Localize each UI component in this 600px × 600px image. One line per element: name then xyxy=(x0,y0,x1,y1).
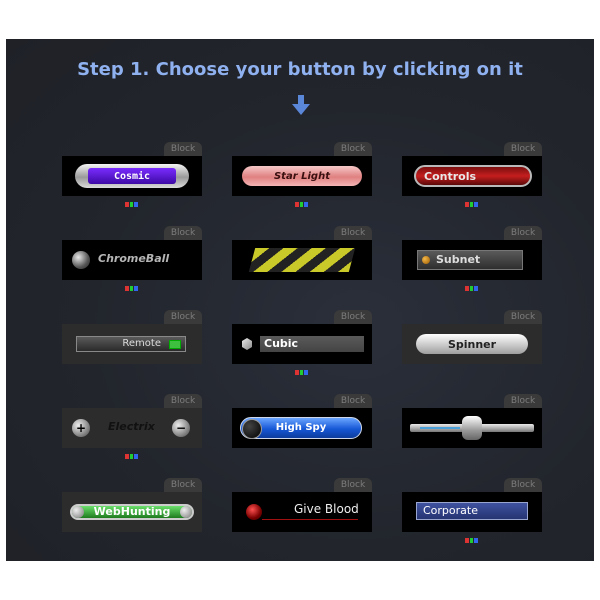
block-tab[interactable]: Block xyxy=(334,226,372,240)
color-swatches[interactable] xyxy=(465,538,479,544)
orange-dot-icon xyxy=(422,256,430,264)
button-label: ChromeBall xyxy=(98,252,170,265)
color-swatches[interactable] xyxy=(125,202,139,208)
screw-icon xyxy=(180,506,192,518)
block-tab[interactable]: Block xyxy=(504,394,542,408)
button-chooser-panel: Step 1. Choose your button by clicking o… xyxy=(6,39,594,561)
button-preview[interactable]: Star Light xyxy=(232,156,372,196)
block-tab[interactable]: Block xyxy=(164,226,202,240)
button-preview[interactable]: Cosmic xyxy=(62,156,202,196)
button-preview[interactable]: Subnet xyxy=(402,240,542,280)
led-icon xyxy=(169,340,181,349)
button-label: Subnet xyxy=(436,253,481,266)
block-tab[interactable]: Block xyxy=(164,142,202,156)
knob-icon xyxy=(242,419,262,439)
screw-icon xyxy=(72,506,84,518)
plus-icon[interactable]: + xyxy=(72,419,90,437)
block-tab[interactable]: Block xyxy=(164,394,202,408)
spinner-button[interactable]: Spinner xyxy=(416,334,528,354)
button-preview[interactable]: + Electrix − xyxy=(62,408,202,448)
cube-icon xyxy=(242,338,252,350)
block-tab[interactable]: Block xyxy=(504,310,542,324)
button-preview[interactable]: High Spy xyxy=(232,408,372,448)
button-preview[interactable]: Give Blood xyxy=(232,492,372,532)
button-preview[interactable]: Spinner xyxy=(402,324,542,364)
block-tab[interactable]: Block xyxy=(164,310,202,324)
color-swatches[interactable] xyxy=(465,286,479,292)
button-label: Give Blood xyxy=(294,502,359,516)
button-preview[interactable]: Remote xyxy=(62,324,202,364)
button-preview[interactable]: WebHunting xyxy=(62,492,202,532)
controls-button[interactable]: Controls xyxy=(414,165,532,187)
color-swatches[interactable] xyxy=(125,286,139,292)
cubic-button[interactable]: Cubic xyxy=(260,336,364,352)
blood-drop-icon xyxy=(246,504,262,520)
star-light-button[interactable]: Star Light xyxy=(242,166,362,186)
color-swatches[interactable] xyxy=(465,202,479,208)
button-label: Remote xyxy=(122,338,161,349)
color-swatches[interactable] xyxy=(295,370,309,376)
corporate-button[interactable]: Corporate xyxy=(416,502,528,520)
minus-icon[interactable]: − xyxy=(172,419,190,437)
cosmic-button[interactable]: Cosmic xyxy=(75,164,189,188)
color-swatches[interactable] xyxy=(295,202,309,208)
block-tab[interactable]: Block xyxy=(334,478,372,492)
button-preview[interactable]: Controls xyxy=(402,156,542,196)
chrome-ball-icon xyxy=(72,251,90,269)
down-arrow-icon xyxy=(292,95,310,115)
slider-indicator xyxy=(420,427,460,429)
button-preview[interactable]: ChromeBall xyxy=(62,240,202,280)
webhunting-button[interactable]: WebHunting xyxy=(70,504,194,520)
button-preview[interactable] xyxy=(232,240,372,280)
color-swatches[interactable] xyxy=(125,454,139,460)
subnet-button[interactable]: Subnet xyxy=(417,250,523,270)
block-tab[interactable]: Block xyxy=(334,394,372,408)
slider-knob[interactable] xyxy=(462,416,482,440)
button-preview[interactable]: Cubic xyxy=(232,324,372,364)
button-label: Electrix xyxy=(108,420,155,433)
button-preview[interactable] xyxy=(402,408,542,448)
page-title: Step 1. Choose your button by clicking o… xyxy=(77,59,523,80)
block-tab[interactable]: Block xyxy=(334,142,372,156)
block-tab[interactable]: Block xyxy=(164,478,202,492)
hazard-stripe-button[interactable] xyxy=(248,248,356,272)
button-label: Cosmic xyxy=(88,168,176,184)
divider xyxy=(262,519,358,520)
button-preview[interactable]: Corporate xyxy=(402,492,542,532)
block-tab[interactable]: Block xyxy=(504,142,542,156)
block-tab[interactable]: Block xyxy=(504,478,542,492)
remote-button[interactable]: Remote xyxy=(76,336,186,352)
block-tab[interactable]: Block xyxy=(334,310,372,324)
block-tab[interactable]: Block xyxy=(504,226,542,240)
